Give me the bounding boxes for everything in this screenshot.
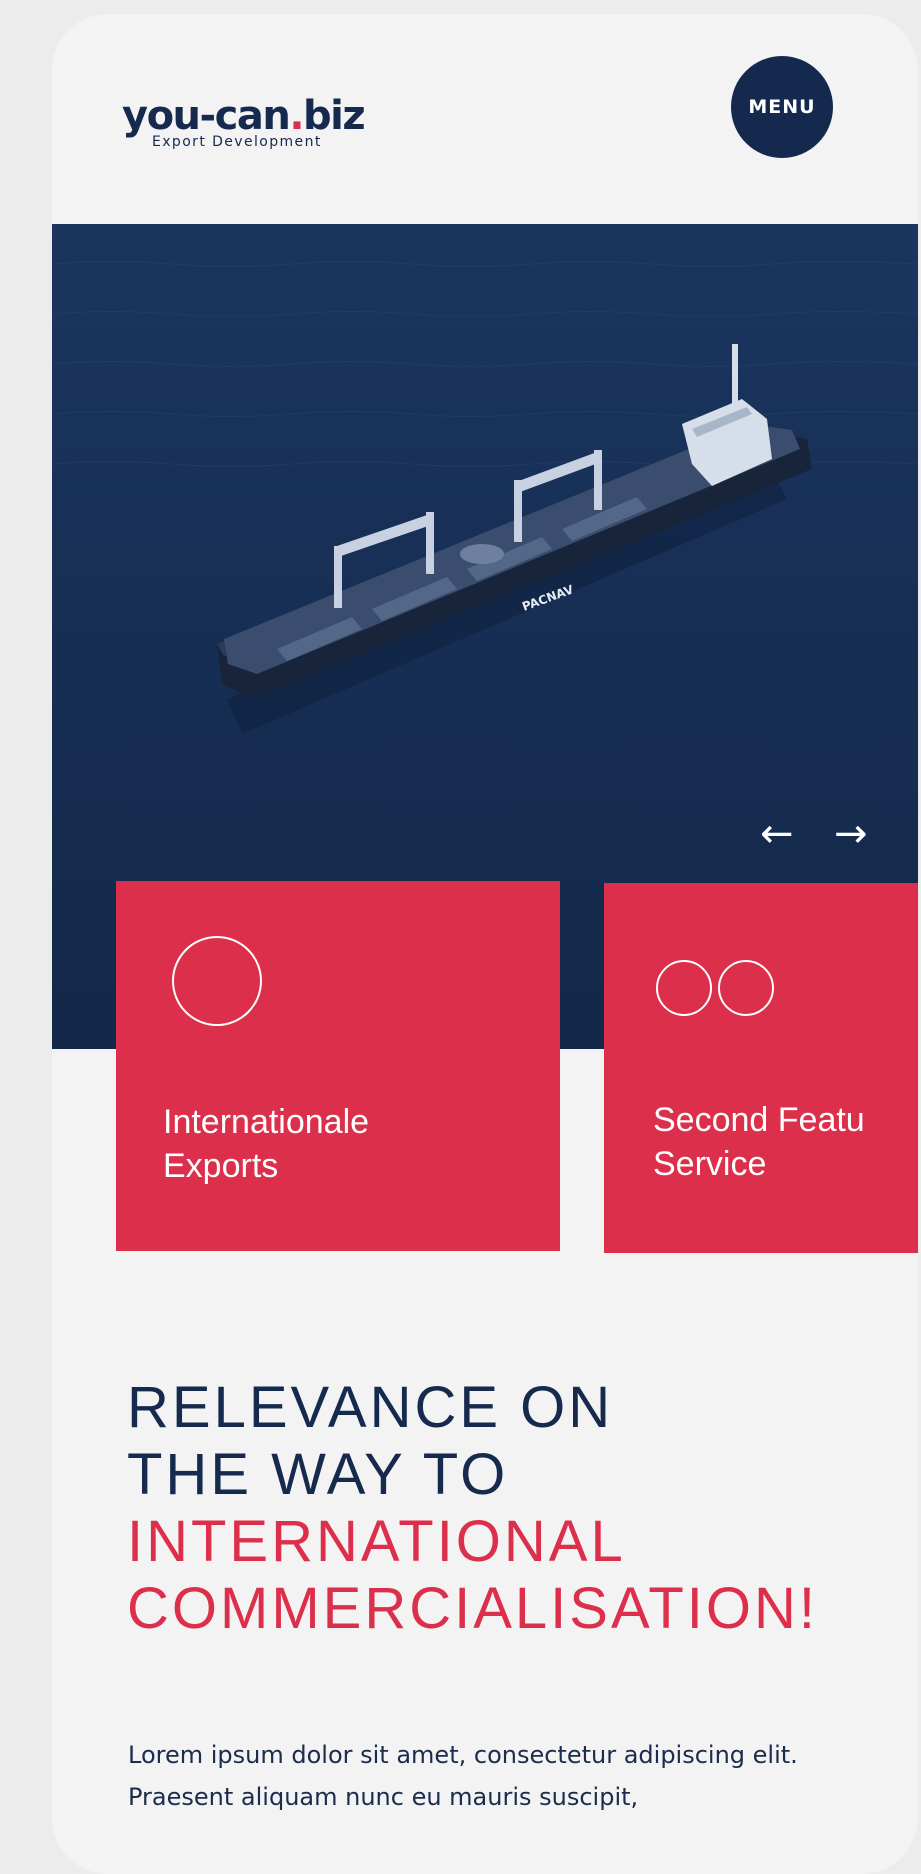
slider-next-arrow-icon[interactable]: → [834,814,868,854]
headline-line-3: INTERNATIONAL [127,1509,626,1574]
feature-card-international-exports[interactable]: Internationale Exports [116,881,560,1251]
intro-paragraph: Lorem ipsum dolor sit amet, consectetur … [128,1741,798,1811]
headline-line-1: RELEVANCE ON [127,1375,614,1440]
double-circle-icon [656,960,774,1016]
feature-card-title: Second Featu Service [653,1101,865,1183]
site-logo[interactable]: you-can.biz Export Development [122,96,392,150]
circle-icon [172,936,262,1026]
slider-prev-arrow-icon[interactable]: ← [760,814,794,854]
headline-line-4: COMMERCIALISATION! [127,1576,818,1641]
menu-button[interactable]: MENU [731,56,833,158]
logo-dot: . [289,93,304,139]
phone-frame: you-can.biz Export Development MENU PACN… [52,14,918,1874]
feature-card-second-service[interactable]: Second Featu Service [604,883,918,1253]
logo-wordmark: you-can.biz [122,96,392,136]
logo-tld: biz [303,93,366,139]
logo-main-text: you-can [122,93,291,139]
feature-card-title: Internationale Exports [163,1103,370,1185]
page-headline: RELEVANCE ON THE WAY TO INTERNATIONAL CO… [127,1374,818,1642]
headline-line-2: THE WAY TO [127,1442,509,1507]
